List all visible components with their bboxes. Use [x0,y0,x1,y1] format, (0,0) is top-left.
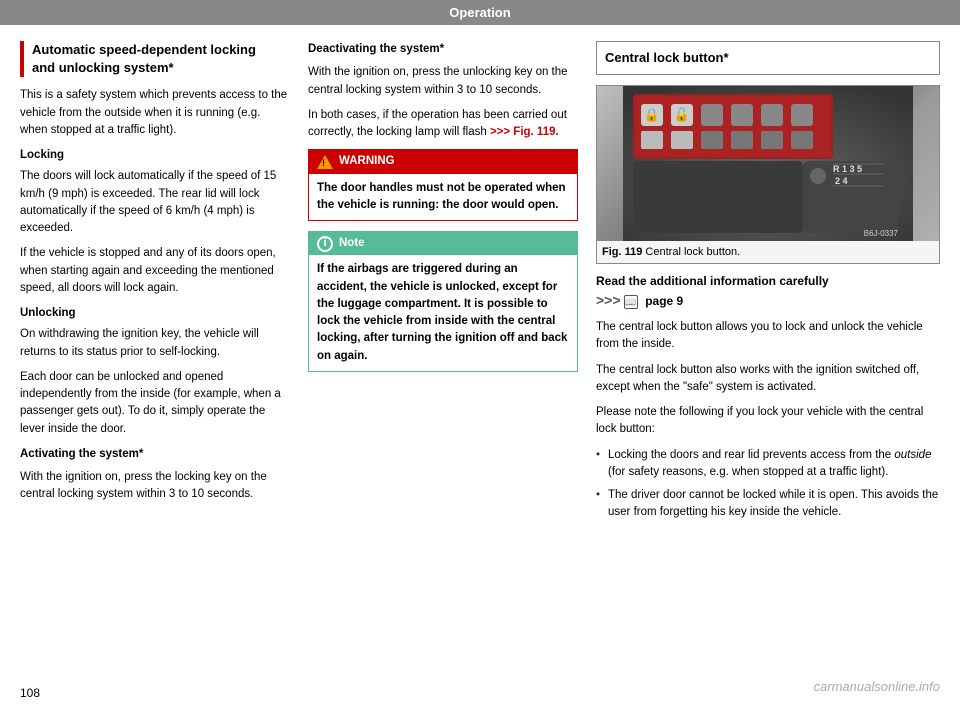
warning-body: The door handles must not be operated wh… [309,174,577,221]
activating-heading: Activating the system* [20,446,290,463]
bullet1-rest: (for safety reasons, e.g. when stopped a… [608,466,888,478]
figure-119-svg: 🔒 🔓 [597,86,939,241]
bullet-item-2: The driver door cannot be locked while i… [596,487,940,522]
unlocking-text1: On withdrawing the ignition key, the veh… [20,326,290,361]
read-more-line2: >>> 📖 page 9 [596,290,940,311]
bullet2-text: The driver door cannot be locked while i… [608,489,938,518]
header-bar: Operation [0,0,960,25]
note-icon: i [317,236,333,252]
locking-heading: Locking [20,147,290,164]
svg-text:2 4: 2 4 [835,176,848,186]
bullet-item-1: Locking the doors and rear lid prevents … [596,447,940,482]
main-content: Automatic speed-dependent locking and un… [0,25,960,538]
read-more-section: Read the additional information carefull… [596,272,940,311]
figure-119-container: 🔒 🔓 [596,85,940,265]
central-lock-title-box: Central lock button* [596,41,940,75]
locking-text2: If the vehicle is stopped and any of its… [20,245,290,297]
right-column: Central lock button* [596,41,940,528]
fig-caption-text: Central lock button. [645,246,740,258]
watermark: carmanualsonline.info [814,679,940,694]
page-number: 108 [20,686,40,700]
note-body: If the airbags are triggered during an a… [309,255,577,371]
mid-column: Deactivating the system* With the igniti… [308,41,578,528]
header-label: Operation [449,5,510,20]
svg-text:R 1 3 5: R 1 3 5 [833,164,862,174]
warning-box: ! WARNING The door handles must not be o… [308,149,578,221]
svg-text:B6J-0337: B6J-0337 [864,229,899,238]
fig-ref-inline: >>> Fig. 119. [490,126,559,138]
warning-header: ! WARNING [309,150,577,173]
activating-text: With the ignition on, press the locking … [20,469,290,504]
read-more-line1: Read the additional information carefull… [596,272,940,290]
bullet1-text: Locking the doors and rear lid prevents … [608,449,891,461]
note-box: i Note If the airbags are triggered duri… [308,231,578,372]
arrow-icon: >>> [596,292,621,308]
note-header: i Note [309,232,577,255]
intro-text: This is a safety system which prevents a… [20,87,290,139]
warning-label: WARNING [339,153,395,170]
bullet1-italic: outside [894,449,931,461]
warning-triangle-icon: ! [317,155,333,169]
bullet-list: Locking the doors and rear lid prevents … [596,447,940,522]
figure-119-image: 🔒 🔓 [597,86,939,241]
central-lock-text1: The central lock button allows you to lo… [596,319,940,354]
deactivating-heading: Deactivating the system* [308,41,578,58]
central-lock-text2: The central lock button also works with … [596,362,940,397]
unlocking-heading: Unlocking [20,305,290,322]
deactivating-text2: In both cases, if the operation has been… [308,107,578,142]
left-column: Automatic speed-dependent locking and un… [20,41,290,528]
note-label: Note [339,235,365,252]
fig-caption: Fig. 119 Central lock button. [597,241,939,264]
central-lock-text3: Please note the following if you lock yo… [596,404,940,439]
svg-text:🔓: 🔓 [674,107,690,122]
page: Operation Automatic speed-dependent lock… [0,0,960,708]
deactivating-text1: With the ignition on, press the unlockin… [308,64,578,99]
auto-locking-box: Automatic speed-dependent locking and un… [20,41,290,77]
unlocking-text2: Each door can be unlocked and opened ind… [20,369,290,438]
auto-locking-title: Automatic speed-dependent locking and un… [32,41,290,77]
locking-text1: The doors will lock automatically if the… [20,168,290,237]
fig-caption-num: Fig. 119 [602,246,642,258]
read-more-page: page 9 [645,294,683,308]
svg-text:🔒: 🔒 [644,107,660,122]
central-lock-title: Central lock button* [605,48,931,68]
book-icon: 📖 [624,295,638,309]
